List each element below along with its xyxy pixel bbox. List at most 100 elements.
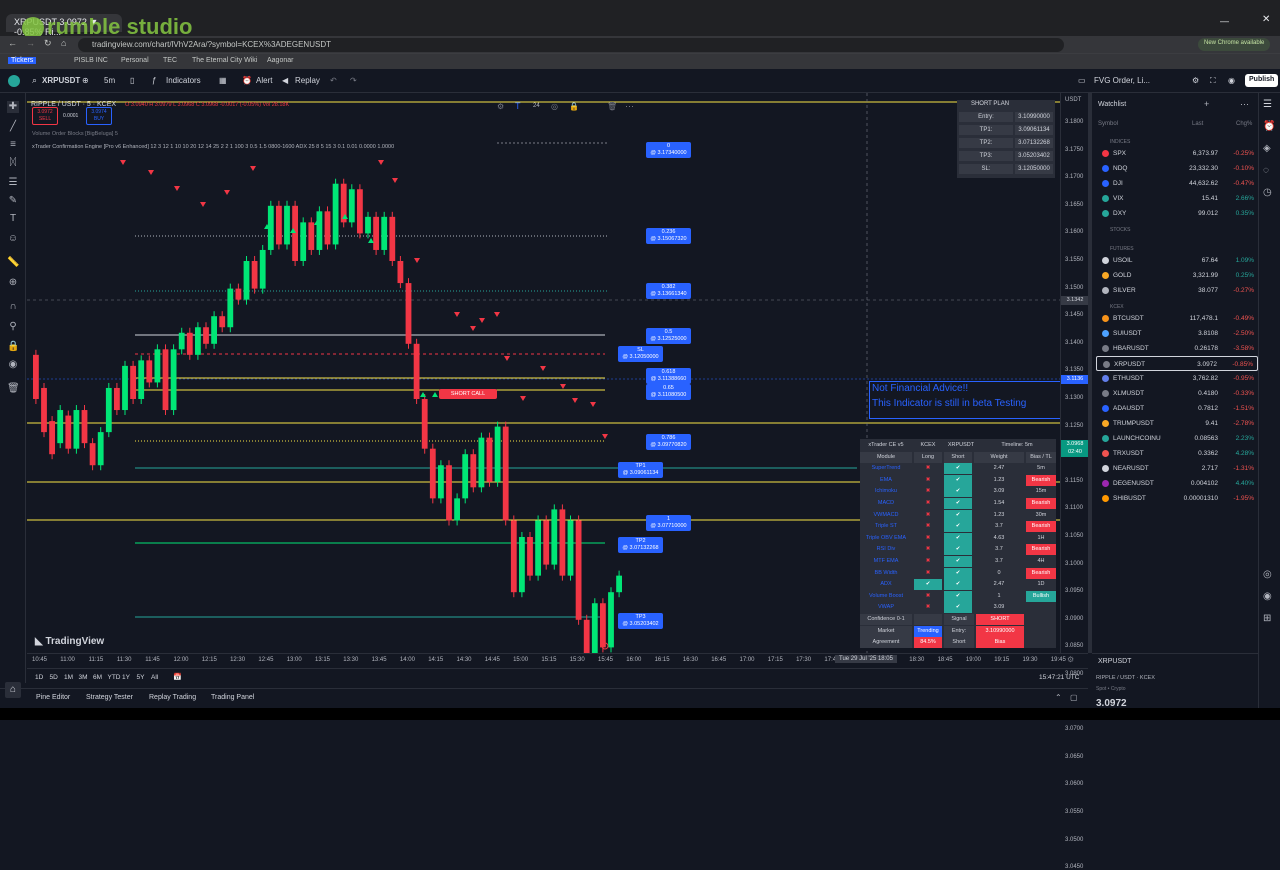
watchlist-more-icon[interactable]: ⋯ [1240, 99, 1249, 110]
range-ytd[interactable]: YTD [108, 674, 121, 681]
tab-trading-panel[interactable]: Trading Panel [211, 694, 254, 701]
float-text-icon[interactable]: T [515, 101, 521, 111]
fib-label[interactable]: SL @ 3.12050000 [618, 346, 663, 362]
watchlist-section-header[interactable]: STOCKS [1110, 227, 1130, 233]
watchlist-row[interactable]: ADAUSDT 0.7812 -1.51% [1096, 401, 1258, 416]
fib-label[interactable]: 0.382 @ 3.13661340 [646, 283, 691, 299]
watchlist-row[interactable]: DEGENUSDT 0.004102 4.40% [1096, 476, 1258, 491]
sell-button[interactable]: 3.0972 SELL [32, 107, 58, 125]
fib-label[interactable]: 0.618 @ 3.11388660 [646, 368, 691, 384]
interval-button[interactable]: 5m [104, 76, 115, 85]
magnet-icon[interactable]: ∩ [7, 301, 19, 313]
watchlist-row[interactable]: SUIUSDT 3.8108 -2.50% [1096, 326, 1258, 341]
layers-icon[interactable]: ◈ [1263, 143, 1271, 154]
grid-icon[interactable]: ⊞ [1263, 613, 1271, 624]
utc-clock[interactable]: 15:47:21 UTC [1039, 674, 1079, 681]
publish-button[interactable]: Publish [1245, 74, 1279, 87]
chat-icon[interactable]: ◌ [1263, 165, 1269, 176]
tv-profile-icon[interactable] [8, 75, 20, 87]
eye-icon[interactable]: ◉ [7, 359, 19, 371]
range-1d[interactable]: 1D [35, 674, 43, 681]
lock-drawing-icon[interactable]: ⚲ [7, 321, 19, 333]
fib-label[interactable]: TP2 @ 3.07132268 [618, 537, 663, 553]
watchlist-row[interactable]: TRXUSDT 0.3362 4.28% [1096, 446, 1258, 461]
float-trash-icon[interactable]: 🗑 [607, 102, 617, 111]
emoji-icon[interactable]: ☺ [7, 233, 19, 245]
float-settings-icon[interactable]: ⚙ [497, 102, 504, 111]
candle-type-icon[interactable]: ▯ [130, 76, 134, 85]
bookmark-tickers[interactable]: Tickers [8, 57, 37, 64]
fib-label[interactable]: 0.236 @ 3.15067320 [646, 228, 691, 244]
col-symbol[interactable]: Symbol [1098, 121, 1118, 127]
symbol-search-button[interactable]: XRPUSDT [42, 76, 80, 85]
forward-icon[interactable]: → [26, 38, 35, 48]
camera-icon[interactable]: ◉ [1228, 76, 1235, 85]
alert-icon[interactable]: ⏰ [242, 76, 252, 85]
settings-icon[interactable]: ⚙ [1192, 76, 1199, 85]
watchlist-row[interactable]: DXY 99.012 0.35% [1096, 206, 1258, 221]
brush-icon[interactable]: ✎ [7, 195, 19, 207]
add-symbol-icon[interactable]: ⊕ [82, 76, 89, 85]
maximize-panel-icon[interactable]: ▢ [1070, 693, 1078, 702]
bookmark-personal[interactable]: Personal [121, 57, 149, 64]
range-1y[interactable]: 1Y [122, 674, 130, 681]
layout-icon[interactable]: ▭ [1078, 76, 1086, 85]
range-5y[interactable]: 5Y [137, 674, 145, 681]
fib-label[interactable]: TP1 @ 3.09061134 [618, 462, 663, 478]
bookmark-eternal-city[interactable]: The Eternal City Wiki [192, 57, 257, 64]
watchlist-row[interactable]: XLMUSDT 0.4180 -0.33% [1096, 386, 1258, 401]
replay-icon[interactable]: ◀ [282, 76, 288, 85]
time-axis[interactable]: 10:45 11:00 11:15 11:30 11:45 12:00 12:15 12:30… [27, 653, 1088, 667]
tab-replay-trading[interactable]: Replay Trading [149, 694, 196, 701]
watchlist-row[interactable]: GOLD 3,321.99 0.25% [1096, 268, 1258, 283]
watchlist-row[interactable]: SILVER 38.077 -0.27% [1096, 283, 1258, 298]
watchlist-row[interactable]: ETHUSDT 3,762.82 -0.95% [1096, 371, 1258, 386]
pattern-icon[interactable]: ᛞ [7, 157, 19, 169]
range-6m[interactable]: 6M [93, 674, 102, 681]
fib-label[interactable]: 0.786 @ 3.09770820 [646, 434, 691, 450]
currency-label[interactable]: USDT [1065, 97, 1081, 103]
bookmark-aagonar[interactable]: Aagonar [267, 57, 293, 64]
url-field[interactable]: tradingview.com/chart/lVhV2Ara/?symbol=K… [78, 38, 1064, 52]
bookmark-tec[interactable]: TEC [163, 57, 177, 64]
watchlist-row[interactable]: BTCUSDT 117,478.1 -0.49% [1096, 311, 1258, 326]
tab-pine-editor[interactable]: Pine Editor [36, 694, 70, 701]
range-all[interactable]: All [151, 674, 158, 681]
cursor-icon[interactable]: ✚ [7, 101, 19, 113]
horizontal-lines-icon[interactable]: ≡ [7, 139, 19, 151]
window-close-button[interactable]: ✕ [1262, 14, 1270, 25]
goto-date-icon[interactable]: 📅 [173, 673, 182, 681]
zoom-icon[interactable]: ⊕ [7, 277, 19, 289]
range-5d[interactable]: 5D [50, 674, 58, 681]
float-lock-icon[interactable]: 🔒 [569, 102, 579, 111]
trash-icon[interactable]: 🗑 [7, 383, 20, 395]
watchlist-row[interactable]: XRPUSDT 3.0972 -0.85% [1096, 356, 1258, 371]
tv-help-icon[interactable]: ⌂ [5, 682, 21, 698]
fib-label[interactable]: 0.65 @ 3.11080500 [646, 384, 691, 400]
col-chg[interactable]: Chg% [1236, 121, 1252, 127]
indicator-legend-2[interactable]: xTrader Confirmation Engine [Pro v6 Enha… [32, 144, 394, 150]
fib-label[interactable]: 0 @ 3.17340000 [646, 142, 691, 158]
collapse-panel-icon[interactable]: ⌃ [1055, 693, 1062, 702]
indicators-icon[interactable]: ƒ [152, 76, 156, 85]
time-axis-settings-icon[interactable]: ⚙ [1067, 655, 1074, 664]
watchlist-row[interactable]: LAUNCHCOINU 0.08563 2.23% [1096, 431, 1258, 446]
layout-name-button[interactable]: FVG Order, Li... [1094, 76, 1150, 85]
chrome-update-button[interactable]: New Chrome available [1198, 38, 1271, 51]
ruler-icon[interactable]: 📏 [7, 257, 19, 269]
fib-label[interactable]: 0.5 @ 3.12525000 [646, 328, 691, 344]
alerts-sidebar-icon[interactable]: ⏰ [1263, 121, 1275, 132]
target-icon[interactable]: ◎ [1263, 569, 1272, 580]
watchlist-icon[interactable]: ☰ [1263, 99, 1272, 110]
watchlist-row[interactable]: USOIL 67.64 1.09% [1096, 253, 1258, 268]
col-last[interactable]: Last [1192, 121, 1203, 127]
watchlist-row[interactable]: NEARUSDT 2.717 -1.31% [1096, 461, 1258, 476]
fib-label[interactable]: TP3 @ 3.05203402 [618, 613, 663, 629]
buy-button[interactable]: 3.0974 BUY [86, 107, 112, 125]
fullscreen-icon[interactable]: ⛶ [1210, 76, 1216, 86]
replay-button[interactable]: Replay [295, 76, 320, 85]
watchlist-section-header[interactable]: FUTURES [1110, 246, 1134, 252]
indicators-button[interactable]: Indicators [166, 76, 201, 85]
range-3m[interactable]: 3M [79, 674, 88, 681]
watchlist-row[interactable]: SPX 6,373.97 -0.25% [1096, 146, 1258, 161]
